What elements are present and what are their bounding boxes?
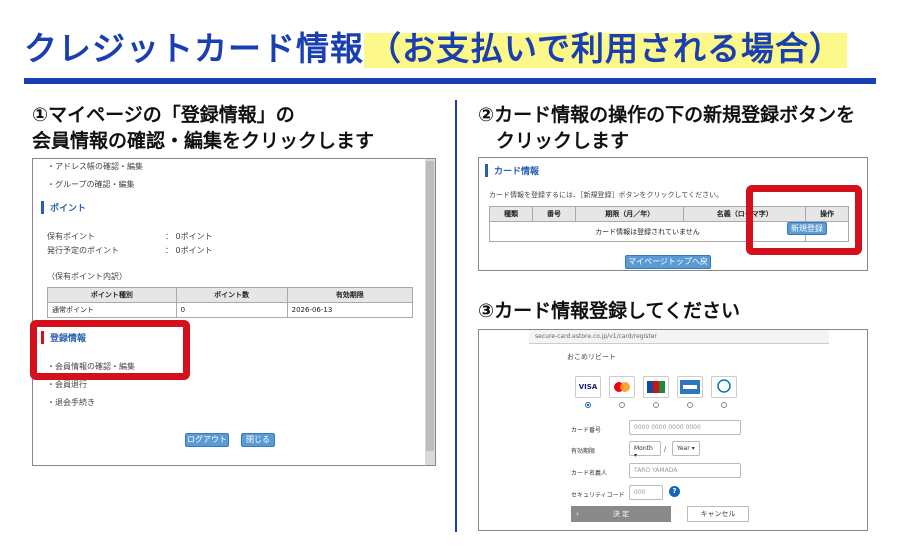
cell-type: 通常ポイント [47,302,177,318]
visa-radio[interactable] [585,402,591,408]
points-table: ポイント種別 ポイント数 有効期限 通常ポイント 0 2026-06-13 [47,287,414,318]
chevron-right-icon: › [576,510,579,518]
holder-label: カード名義人 [571,470,608,477]
holding-points-label: 保有ポイント [47,232,95,241]
points-heading: ポイント [41,201,86,214]
col-number: 番号 [532,206,576,222]
col-point-count: ポイント数 [175,287,288,303]
cvc-input[interactable]: 000 [629,485,663,500]
breakdown-label: （保有ポイント内訳） [47,272,127,281]
link-group[interactable]: ・グループの確認・編集 [47,179,135,190]
column-divider [455,100,457,532]
logout-button[interactable]: ログアウト [185,433,229,447]
step1-line2: 会員情報の確認・編集をクリックします [32,130,375,152]
cvc-label: セキュリティコード [571,492,625,499]
step1-caption: ①マイページの「登録情報」の 会員情報の確認・編集をクリックします [32,102,374,154]
jcb-icon [643,376,669,398]
mastercard-icon [609,376,635,398]
card-number-label: カード番号 [571,427,602,434]
step2-line1: ②カード情報の操作の下の新規登録ボタンを [478,104,856,126]
amex-radio[interactable] [687,402,693,408]
screenshot-card-register: secure-card.estore.co.jp/v1/card/registe… [478,329,868,531]
cell-expiry: 2026-06-13 [286,302,414,318]
jcb-radio[interactable] [653,402,659,408]
close-button[interactable]: 閉じる [241,433,275,447]
card-number-input[interactable]: 0000 0000 0000 0000 [629,420,741,435]
scroll-thumb[interactable] [426,161,434,451]
expiry-slash: / [664,446,667,453]
year-select[interactable]: Year ▾ [672,441,700,456]
pending-points-value: ： 0ポイント [165,246,213,255]
title-underline [24,78,876,84]
holder-input[interactable]: TARO YAMADA [629,463,741,478]
highlight-box-step1 [30,320,190,380]
submit-label: 決 定 [612,510,630,518]
month-select[interactable]: Month ▾ [629,441,661,459]
card-info-heading: カード情報 [485,164,539,177]
col-point-type: ポイント種別 [47,287,177,303]
mastercard-radio[interactable] [619,402,625,408]
diners-radio[interactable] [721,402,727,408]
col-expiry: 有効期限 [286,287,414,303]
submit-button[interactable]: › 決 定 [571,506,671,522]
step3-caption: ③カード情報登録してください [478,300,740,322]
link-withdraw[interactable]: ・退会手続き [47,397,95,408]
holding-points-value: ： 0ポイント [165,232,213,241]
step2-caption: ②カード情報の操作の下の新規登録ボタンを クリックします [478,102,855,154]
col-term: 期限（月／年） [574,206,685,222]
back-to-mypage-button[interactable]: マイページトップへ戻る [625,255,711,270]
url-bar[interactable]: secure-card.estore.co.jp/v1/card/registe… [529,330,829,344]
table-row: 通常ポイント 0 2026-06-13 [47,302,414,318]
step1-line1: ①マイページの「登録情報」の [32,104,295,126]
title-main: クレジットカード情報 [24,29,364,68]
scrollbar[interactable] [425,159,435,465]
cancel-button[interactable]: キャンセル [687,506,749,522]
card-instruction: カード情報を登録するには、［新規登録］ボタンをクリックしてください。 [489,191,724,199]
diners-icon [711,376,737,398]
pending-points-label: 発行予定のポイント [47,246,119,255]
link-address-book[interactable]: ・アドレス帳の確認・編集 [47,161,143,172]
expiry-label: 有効期限 [571,448,596,455]
col-kind: 種類 [489,206,533,222]
site-title: おこめリビート [567,353,616,361]
link-member-retire[interactable]: ・会員退行 [47,379,87,390]
visa-icon: VISA [575,376,601,398]
title-highlight: （お支払いで利用される場合） [364,29,848,68]
screenshot-mypage: ・アドレス帳の確認・編集 ・グループの確認・編集 ポイント 保有ポイント ： 0… [32,158,436,466]
step2-line2: クリックします [496,130,630,152]
page-title: クレジットカード情報 （お支払いで利用される場合） [24,22,848,70]
help-icon[interactable]: ? [669,486,680,497]
cell-count: 0 [175,302,288,318]
amex-icon [677,376,703,398]
highlight-box-step2 [746,185,862,255]
